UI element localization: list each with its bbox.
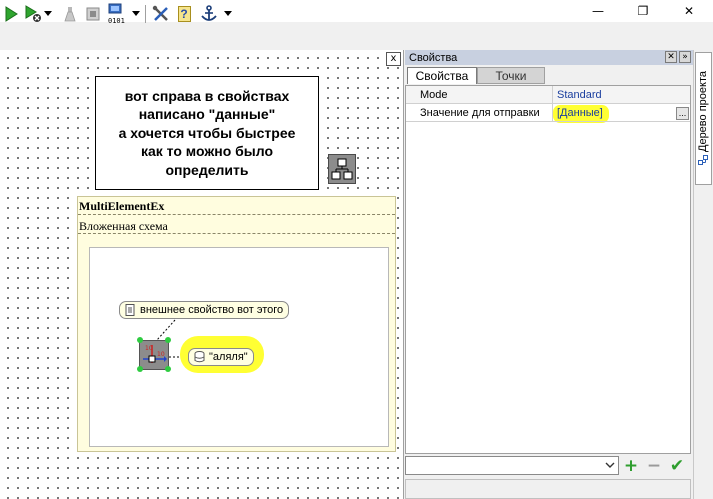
hierarchy-icon	[331, 158, 353, 180]
properties-status-bar	[405, 479, 691, 499]
binary-text: 0101	[108, 17, 125, 25]
edit-value-button[interactable]: ...	[676, 107, 689, 120]
properties-panel-title: Свойства	[405, 50, 693, 65]
comment-note[interactable]: вот справа в свойствах написано "данные"…	[95, 76, 319, 190]
hierarchy-element[interactable]	[328, 154, 356, 184]
add-button[interactable]: +	[622, 456, 640, 476]
data-node-label: "аляля"	[209, 351, 248, 363]
property-row[interactable]: Значение для отправки [Данные]	[406, 104, 690, 122]
tools-icon	[152, 5, 168, 21]
remove-button[interactable]: −	[645, 456, 663, 476]
flask-icon	[64, 7, 76, 22]
note-line: вот справа в свойствах	[124, 87, 290, 104]
selection-handle[interactable]	[137, 366, 143, 372]
close-icon: ✕	[667, 52, 675, 62]
run-dropdown[interactable]	[42, 3, 54, 25]
element-combo[interactable]	[405, 456, 619, 475]
chevron-down-icon	[44, 11, 52, 16]
nested-schema-label: Вложенная схема	[79, 219, 168, 233]
combo-dropdown-button[interactable]	[603, 458, 617, 473]
help-button[interactable]: ?	[175, 3, 193, 25]
project-tree-label: Дерево проекта	[697, 71, 709, 152]
chevron-down-icon	[224, 11, 232, 16]
restore-icon: ❐	[637, 4, 649, 18]
selection-handle[interactable]	[165, 337, 171, 343]
run-icon	[5, 6, 18, 22]
anchor-button[interactable]	[198, 3, 220, 25]
run-stop-icon	[25, 5, 41, 22]
note-line: как то можно было	[140, 143, 274, 160]
document-icon	[125, 304, 135, 316]
note-line: определить	[165, 161, 249, 178]
binary-export-icon: 0101	[108, 3, 125, 25]
run-stop-button[interactable]	[24, 3, 42, 25]
close-icon: ✕	[683, 4, 695, 18]
multi-element-title: MultiElementEx	[79, 199, 165, 213]
help-icon: ?	[177, 6, 191, 22]
divider	[78, 233, 395, 234]
element-counter-icon: 10 10	[143, 345, 167, 363]
divider	[78, 214, 395, 215]
stop-square-icon	[86, 7, 100, 21]
canvas-close-button[interactable]: x	[386, 52, 401, 66]
tab-points[interactable]: Точки	[477, 67, 545, 84]
external-property-label: внешнее свойство вот этого	[140, 304, 284, 316]
anchor-icon	[201, 5, 217, 21]
selection-handle[interactable]	[165, 366, 171, 372]
tab-properties[interactable]: Свойства	[407, 67, 477, 84]
stop-button[interactable]	[84, 3, 102, 25]
binary-export-button[interactable]: 0101	[106, 3, 128, 25]
close-icon: x	[390, 53, 397, 64]
note-text: вот справа в свойствах написано "данные"…	[119, 87, 296, 180]
data-node[interactable]: "аляля"	[188, 348, 254, 366]
panel-collapse-button[interactable]: »	[679, 51, 691, 63]
plus-icon: +	[623, 456, 639, 476]
chevron-right-icon: »	[682, 52, 688, 62]
note-line: написано "данные"	[138, 106, 276, 123]
selected-element[interactable]: 10 10	[139, 340, 169, 370]
project-tree-tab-label: Дерево проекта	[697, 71, 709, 165]
property-name: Значение для отправки	[406, 104, 553, 121]
tools-button[interactable]	[151, 3, 171, 25]
property-row[interactable]: Mode Standard	[406, 86, 690, 104]
minimize-button[interactable]: —	[575, 0, 621, 22]
database-icon	[194, 351, 205, 363]
toolbar	[0, 22, 713, 51]
note-line: а хочется чтобы быстрее	[118, 124, 296, 141]
checkmark-icon: ✔	[669, 456, 685, 476]
minus-icon: −	[646, 456, 662, 476]
chevron-down-icon	[605, 462, 615, 468]
minimize-icon: —	[592, 4, 604, 18]
anchor-dropdown[interactable]	[222, 3, 234, 25]
tree-icon	[698, 155, 709, 165]
close-window-button[interactable]: ✕	[666, 0, 712, 22]
flask-button[interactable]	[62, 3, 78, 25]
property-grid	[405, 85, 691, 454]
apply-button[interactable]: ✔	[668, 456, 686, 476]
property-value[interactable]: [Данные]	[555, 104, 665, 121]
external-property-node[interactable]: внешнее свойство вот этого	[119, 301, 289, 319]
property-name: Mode	[406, 86, 553, 103]
element-num-top: 10	[145, 345, 153, 352]
element-num-side: 10	[157, 351, 165, 358]
panel-close-button[interactable]: ✕	[665, 51, 677, 63]
maximize-button[interactable]: ❐	[620, 0, 666, 22]
export-dropdown[interactable]	[130, 3, 142, 25]
property-value[interactable]: Standard	[555, 86, 689, 103]
toolbar-separator	[145, 5, 146, 23]
run-button[interactable]	[2, 3, 20, 25]
chevron-down-icon	[132, 11, 140, 16]
selection-handle[interactable]	[137, 337, 143, 343]
